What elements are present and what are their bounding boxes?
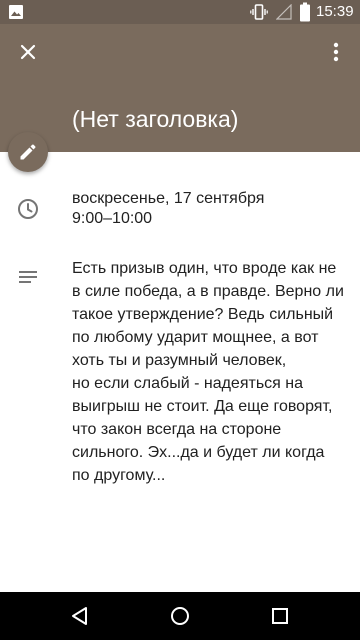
- signal-icon: [276, 4, 292, 20]
- status-time: 15:39: [316, 3, 354, 20]
- event-time-range: 9:00–10:00: [72, 210, 153, 227]
- image-icon: [9, 5, 23, 19]
- battery-icon: [300, 2, 310, 22]
- close-icon[interactable]: [12, 36, 44, 68]
- pencil-icon: [20, 144, 36, 160]
- clock-icon: [18, 199, 38, 219]
- more-vert-icon[interactable]: [322, 36, 350, 68]
- page-title: (Нет заголовка): [72, 106, 239, 132]
- edit-button[interactable]: [8, 132, 48, 172]
- recents-icon[interactable]: [268, 604, 292, 628]
- status-bar: 15:39: [0, 0, 360, 24]
- navigation-bar: [0, 592, 360, 640]
- notes-icon: [19, 271, 37, 283]
- event-description: Есть призыв один, что вроде как не в сил…: [72, 260, 344, 484]
- home-icon[interactable]: [168, 604, 192, 628]
- event-date: воскресенье, 17 сентября: [72, 190, 265, 207]
- vibrate-icon: [250, 4, 268, 20]
- back-icon[interactable]: [68, 604, 92, 628]
- event-header: (Нет заголовка): [0, 24, 360, 152]
